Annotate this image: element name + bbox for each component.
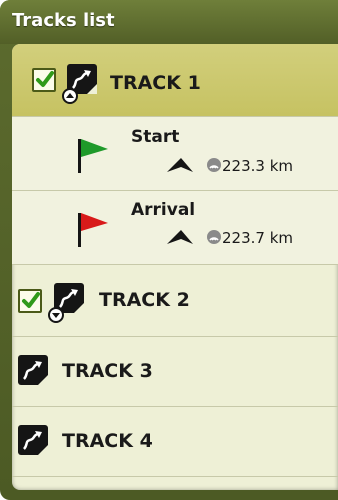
tracks-list[interactable]: TRACK 1 Start 223.3 km Arrival 223.7 km … <box>12 44 338 490</box>
track-route-icon <box>18 355 48 385</box>
track-2-checkbox[interactable] <box>18 289 42 313</box>
waypoint-arrival-title: Arrival <box>131 200 196 220</box>
panel-title: Tracks list <box>12 10 115 31</box>
track-route-icon <box>18 425 48 455</box>
check-icon <box>36 71 54 87</box>
waypoint-start-title: Start <box>131 127 180 147</box>
track-4-label: TRACK 4 <box>62 430 153 452</box>
gps-signal-icon <box>207 158 221 172</box>
track-row-3[interactable]: TRACK 3 <box>12 337 338 407</box>
track-2-label: TRACK 2 <box>99 289 190 311</box>
waypoint-row-start[interactable]: Start 223.3 km <box>12 117 338 191</box>
red-flag-icon <box>78 213 108 247</box>
track-1-label: TRACK 1 <box>110 72 201 94</box>
collapse-arrow-icon[interactable] <box>62 88 78 104</box>
track-row-1[interactable]: TRACK 1 <box>12 44 338 117</box>
track-row-4[interactable]: TRACK 4 <box>12 407 338 477</box>
expand-arrow-icon[interactable] <box>48 307 64 323</box>
gps-signal-icon <box>207 230 221 244</box>
waypoint-row-arrival[interactable]: Arrival 223.7 km <box>12 191 338 265</box>
tracks-panel: Tracks list TRACK 1 Start 223.3 km Arriv… <box>0 0 338 500</box>
track-row-2[interactable]: TRACK 2 <box>12 265 338 337</box>
waypoint-arrival-distance: 223.7 km <box>222 229 294 247</box>
waypoint-start-distance: 223.3 km <box>222 157 294 175</box>
check-icon <box>22 292 40 308</box>
track-3-label: TRACK 3 <box>62 360 153 382</box>
panel-header: Tracks list <box>0 0 338 44</box>
direction-arrow-icon <box>167 158 193 172</box>
track-1-checkbox[interactable] <box>32 68 56 92</box>
green-flag-icon <box>78 139 108 173</box>
direction-arrow-icon <box>167 230 193 244</box>
